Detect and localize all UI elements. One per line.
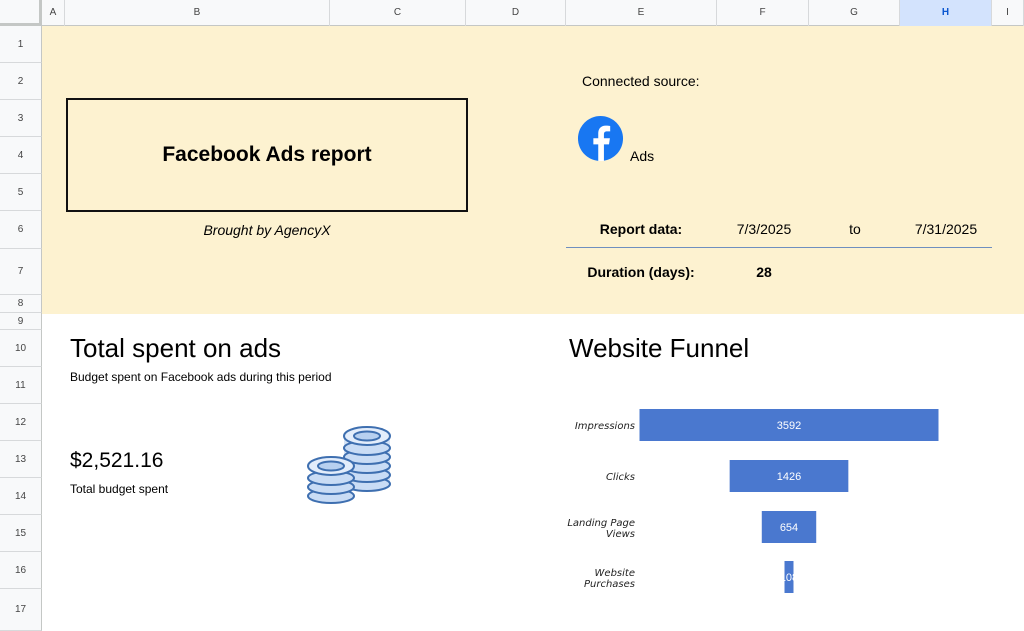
row-header-15[interactable]: 15 <box>0 515 42 552</box>
row-header-2[interactable]: 2 <box>0 63 42 100</box>
row-header-10[interactable]: 10 <box>0 330 42 367</box>
row-header-4[interactable]: 4 <box>0 137 42 174</box>
facebook-icon <box>577 115 624 162</box>
column-header-g[interactable]: G <box>809 0 900 26</box>
row-header-8[interactable]: 8 <box>0 295 42 313</box>
divider-line <box>566 247 992 248</box>
report-data-label: Report data: <box>599 221 683 237</box>
funnel-value-label: 1426 <box>777 471 801 483</box>
row-header-11[interactable]: 11 <box>0 367 42 404</box>
row-header-12[interactable]: 12 <box>0 404 42 441</box>
source-name: Ads <box>630 148 655 164</box>
column-header-b[interactable]: B <box>65 0 330 26</box>
funnel-title: Website Funnel <box>569 333 750 363</box>
column-header-d[interactable]: D <box>466 0 566 26</box>
funnel-category-label: Landing Page <box>567 518 635 529</box>
row-header-1[interactable]: 1 <box>0 26 42 63</box>
date-to-cell[interactable]: 7/31/2025 <box>900 221 992 237</box>
row-header-7[interactable]: 7 <box>0 249 42 295</box>
funnel-category-label: Website <box>595 568 635 579</box>
total-spent-caption: Total budget spent <box>70 482 169 496</box>
funnel-value-label: 654 <box>780 522 798 534</box>
report-title: Facebook Ads report <box>162 143 372 166</box>
funnel-category-label: Impressions <box>575 421 635 432</box>
funnel-value-label: 3592 <box>777 420 801 432</box>
duration-label: Duration (days): <box>587 264 695 280</box>
funnel-category-label: Purchases <box>584 579 635 590</box>
row-header-16[interactable]: 16 <box>0 552 42 589</box>
connected-source-label: Connected source: <box>582 73 700 89</box>
row-header-6[interactable]: 6 <box>0 211 42 249</box>
column-header-f[interactable]: F <box>717 0 809 26</box>
funnel-chart: 3592 Impressions 1426 Clicks 654 Landing Page… <box>567 409 939 593</box>
brought-by-text: Brought by AgencyX <box>203 222 331 238</box>
to-label: to <box>849 221 861 237</box>
total-spent-title: Total spent on ads <box>70 333 282 363</box>
duration-value: 28 <box>756 264 772 280</box>
report-title-box: Facebook Ads report <box>66 98 468 212</box>
funnel-category-label: Clicks <box>606 472 635 483</box>
row-header-3[interactable]: 3 <box>0 100 42 137</box>
row-header-17[interactable]: 17 <box>0 589 42 631</box>
funnel-category-label: Views <box>606 529 635 540</box>
row-header-13[interactable]: 13 <box>0 441 42 478</box>
funnel-value-label: 108 <box>780 572 798 584</box>
row-header-5[interactable]: 5 <box>0 174 42 211</box>
column-header-i[interactable]: I <box>992 0 1024 26</box>
column-header-e[interactable]: E <box>566 0 717 26</box>
column-header-a[interactable]: A <box>42 0 65 26</box>
coins-icon <box>307 426 391 504</box>
column-header-c[interactable]: C <box>330 0 466 26</box>
total-spent-amount: $2,521.16 <box>70 449 164 472</box>
total-spent-subtitle: Budget spent on Facebook ads during this… <box>70 370 332 384</box>
row-header-14[interactable]: 14 <box>0 478 42 515</box>
row-header-9[interactable]: 9 <box>0 313 42 330</box>
column-header-h[interactable]: H <box>900 0 992 26</box>
select-all-corner[interactable] <box>0 0 42 26</box>
date-from-cell[interactable]: 7/3/2025 <box>718 221 810 237</box>
